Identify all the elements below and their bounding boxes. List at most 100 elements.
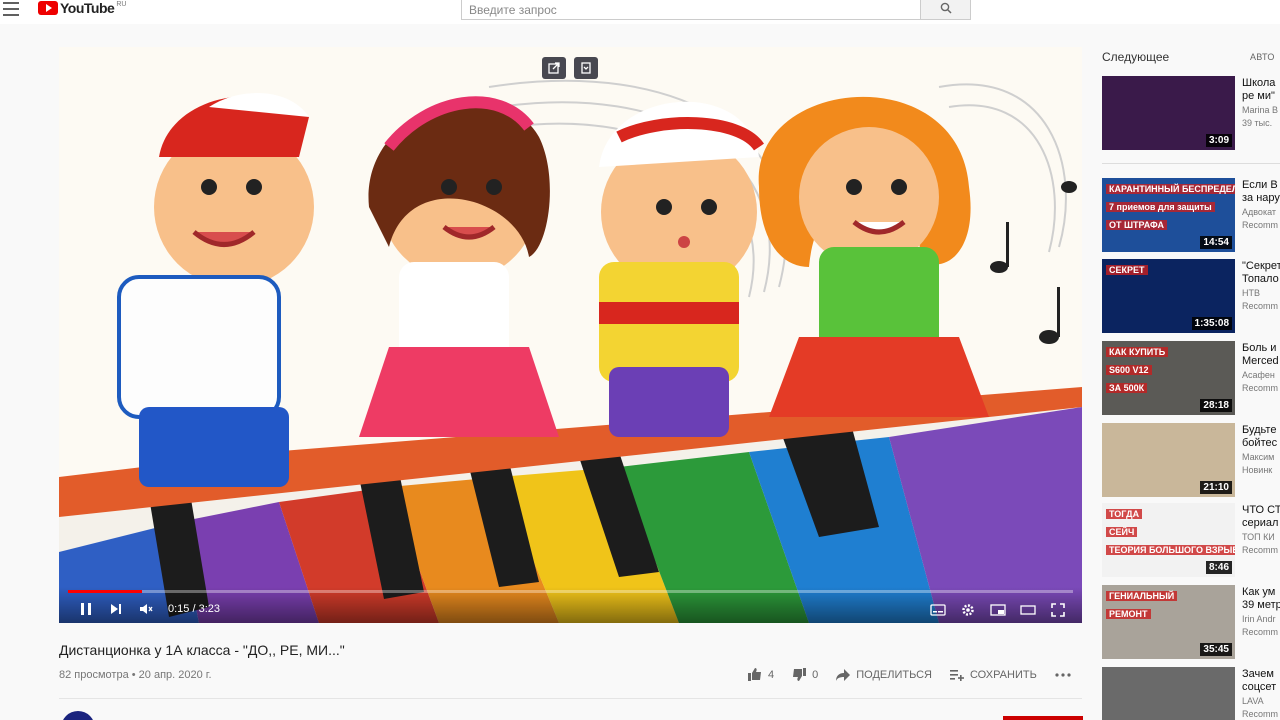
- video-title-line[interactable]: Боль и: [1242, 342, 1280, 355]
- video-thumbnail[interactable]: СЕКРЕТ 1:35:08: [1102, 259, 1235, 333]
- video-title-line[interactable]: Как ум: [1242, 586, 1280, 599]
- video-title-line[interactable]: за нару: [1242, 192, 1280, 205]
- video-thumbnail[interactable]: 3:09: [1102, 76, 1235, 150]
- channel-avatar[interactable]: [61, 711, 95, 720]
- thumbnail-caption: СЕКРЕТ: [1106, 265, 1148, 275]
- video-duration: 3:09: [1205, 134, 1232, 147]
- channel-name[interactable]: Marina B: [1242, 105, 1278, 115]
- video-duration: 35:45: [1200, 643, 1232, 656]
- progress-fill: [68, 590, 143, 593]
- theater-mode-button[interactable]: [1020, 603, 1036, 617]
- video-player[interactable]: 0:15 / 3:23: [59, 47, 1082, 623]
- recommended-video[interactable]: КАК КУПИТЬ S600 V12 ЗА 500К 28:18 Боль и Merc…: [1102, 341, 1280, 417]
- search-input[interactable]: Введите запрос: [461, 0, 921, 20]
- video-thumbnail[interactable]: КАРАНТИННЫЙ БЕСПРЕДЕЛ 7 приемов для защит…: [1102, 178, 1235, 252]
- share-overlay-button[interactable]: [542, 57, 566, 79]
- youtube-play-icon: [38, 1, 58, 15]
- like-button[interactable]: 4: [748, 668, 774, 681]
- video-thumbnail[interactable]: [1102, 667, 1235, 720]
- up-next-separator: [1102, 163, 1280, 164]
- video-title-line[interactable]: Школа: [1242, 77, 1280, 90]
- search-button[interactable]: [921, 0, 971, 20]
- settings-button[interactable]: [960, 603, 976, 617]
- video-thumbnail[interactable]: КАК КУПИТЬ S600 V12 ЗА 500К 28:18: [1102, 341, 1235, 415]
- share-button[interactable]: ПОДЕЛИТЬСЯ: [836, 668, 932, 681]
- video-duration: 1:35:08: [1191, 317, 1232, 330]
- subtitles-icon: [930, 604, 946, 616]
- fullscreen-button[interactable]: [1050, 603, 1066, 617]
- playlist-add-icon: [949, 669, 964, 681]
- recommended-video[interactable]: ТОГДА СЕЙЧ ТЕОРИЯ БОЛЬШОГО ВЗРЫВА 8:46 ЧТО С…: [1102, 503, 1280, 579]
- thumbnail-caption: ЗА 500К: [1106, 383, 1148, 393]
- share-arrow-icon: [836, 668, 851, 681]
- recommended-video[interactable]: 21:10 Будьте бойтес Максим Новинк: [1102, 423, 1280, 499]
- recommended-video[interactable]: 3:09 Школа ре ми" Marina B 39 тыс.: [1102, 76, 1280, 152]
- player-controls: 0:15 / 3:23: [59, 587, 1082, 623]
- video-thumbnail[interactable]: 21:10: [1102, 423, 1235, 497]
- bookmark-icon: [581, 62, 591, 74]
- video-frame-illustration: [59, 79, 1082, 623]
- miniplayer-button[interactable]: [990, 603, 1006, 617]
- video-title-line[interactable]: соцсет: [1242, 681, 1280, 694]
- youtube-logo[interactable]: YouTube RU: [38, 0, 126, 16]
- watch-later-button[interactable]: [574, 57, 598, 79]
- recommended-video[interactable]: ГЕНИАЛЬНЫЙ РЕМОНТ 35:45 Как ум 39 метр Irin A…: [1102, 585, 1280, 661]
- video-duration: 14:54: [1200, 236, 1232, 249]
- up-next-heading: Следующее: [1102, 50, 1170, 64]
- video-title-line[interactable]: Если В: [1242, 179, 1280, 192]
- video-title-line[interactable]: Будьте: [1242, 424, 1280, 437]
- channel-name[interactable]: ТОП КИ: [1242, 532, 1275, 542]
- progress-bar[interactable]: [68, 590, 1073, 593]
- miniplayer-icon: [990, 604, 1006, 616]
- search-icon: [940, 2, 952, 14]
- channel-name[interactable]: Асафен: [1242, 370, 1275, 380]
- recommended-video[interactable]: КАРАНТИННЫЙ БЕСПРЕДЕЛ 7 приемов для защит…: [1102, 178, 1280, 254]
- channel-name[interactable]: Адвокат: [1242, 207, 1276, 217]
- theater-icon: [1020, 605, 1036, 615]
- mute-button[interactable]: [138, 602, 154, 616]
- recommended-video[interactable]: СЕКРЕТ 1:35:08 "Секрет Топало НТВ Recomm: [1102, 259, 1280, 335]
- video-title-line[interactable]: Зачем: [1242, 668, 1280, 681]
- masthead: YouTube RU Введите запрос: [0, 0, 1280, 24]
- channel-name[interactable]: LAVA: [1242, 696, 1264, 706]
- thumbnail-caption: ГЕНИАЛЬНЫЙ: [1106, 591, 1178, 601]
- next-button[interactable]: [108, 602, 124, 616]
- menu-icon[interactable]: [3, 2, 19, 16]
- video-sub-meta: Recomm: [1242, 220, 1279, 230]
- dislike-button[interactable]: 0: [792, 668, 818, 681]
- thumbnail-caption: S600 V12: [1106, 365, 1152, 375]
- overlay-actions: [542, 57, 598, 79]
- video-sub-meta: 39 тыс.: [1242, 118, 1273, 128]
- save-button[interactable]: СОХРАНИТЬ: [949, 669, 1037, 681]
- video-title-line[interactable]: Топало: [1242, 273, 1280, 286]
- autoplay-label[interactable]: АВТО: [1250, 52, 1275, 62]
- fullscreen-icon: [1051, 603, 1065, 617]
- video-title-line[interactable]: 39 метр: [1242, 599, 1280, 612]
- channel-name[interactable]: НТВ: [1242, 288, 1260, 298]
- video-title-line[interactable]: Merced: [1242, 355, 1280, 368]
- channel-name[interactable]: Максим: [1242, 452, 1274, 462]
- video-title-line[interactable]: "Секрет: [1242, 260, 1280, 273]
- video-actions: 4 0 ПОДЕЛИТЬСЯ СОХРАНИТЬ: [748, 668, 1089, 681]
- more-horizontal-icon: [1055, 672, 1071, 677]
- video-title-line[interactable]: сериал: [1242, 517, 1280, 530]
- video-thumbnail[interactable]: ТОГДА СЕЙЧ ТЕОРИЯ БОЛЬШОГО ВЗРЫВА 8:46: [1102, 503, 1235, 577]
- video-title: Дистанционка у 1А класса - "ДО,, РЕ, МИ.…: [59, 642, 345, 658]
- video-sub-meta: Новинк: [1242, 465, 1273, 475]
- video-thumbnail[interactable]: ГЕНИАЛЬНЫЙ РЕМОНТ 35:45: [1102, 585, 1235, 659]
- channel-name[interactable]: Irin Andr: [1242, 614, 1276, 624]
- video-duration: 28:18: [1200, 399, 1232, 412]
- video-title-line[interactable]: ЧТО СТ: [1242, 504, 1280, 517]
- like-count: 4: [768, 668, 775, 681]
- video-title-line[interactable]: ре ми": [1242, 90, 1280, 103]
- more-actions-button[interactable]: [1055, 672, 1071, 677]
- pause-button[interactable]: [78, 602, 94, 616]
- thumbnail-caption: ТЕОРИЯ БОЛЬШОГО ВЗРЫВА: [1106, 545, 1235, 555]
- subtitles-button[interactable]: [930, 603, 946, 617]
- thumbnail-caption: ОТ ШТРАФА: [1106, 220, 1167, 230]
- subscribe-button[interactable]: [1003, 716, 1083, 720]
- volume-muted-icon: [140, 604, 153, 614]
- recommended-video[interactable]: Зачем соцсет LAVA Recomm: [1102, 667, 1280, 720]
- video-duration: 8:46: [1205, 561, 1232, 574]
- video-title-line[interactable]: бойтес: [1242, 437, 1280, 450]
